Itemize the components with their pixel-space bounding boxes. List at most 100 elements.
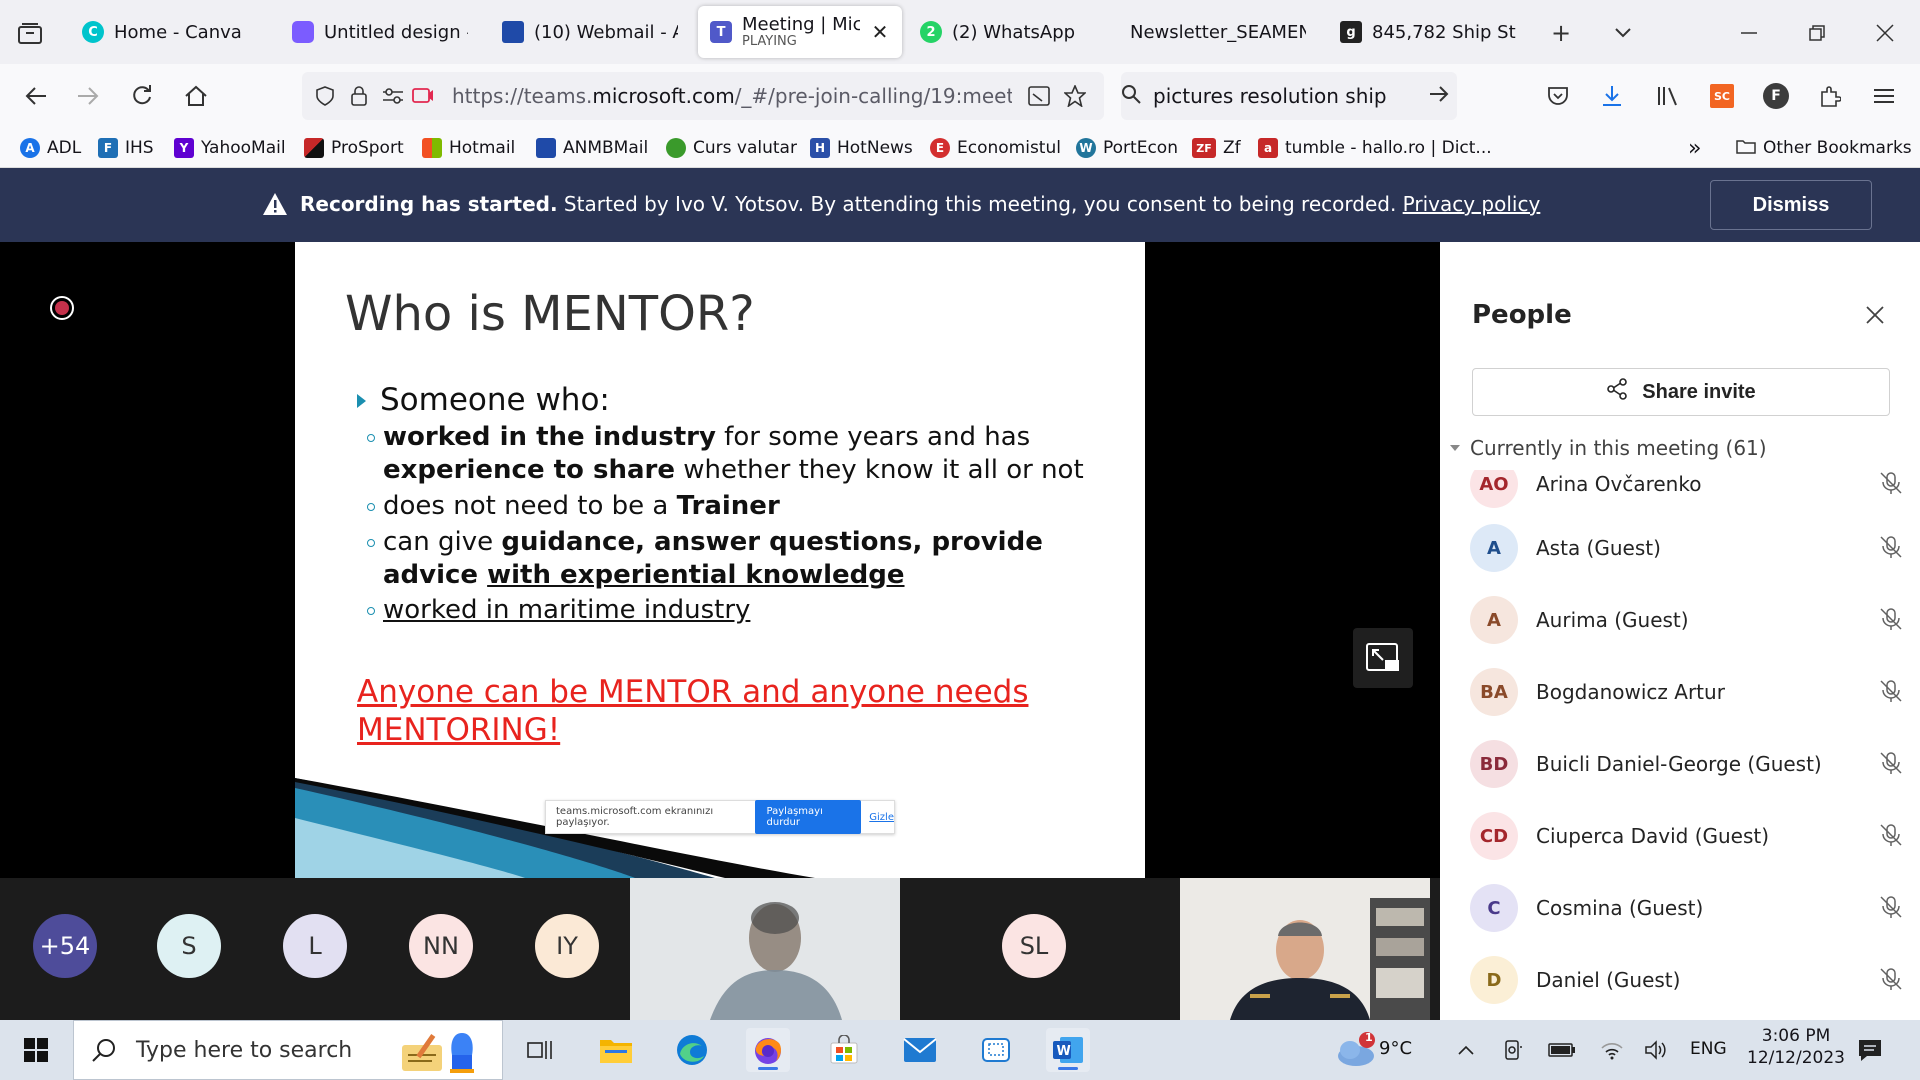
- tab-ship-stock[interactable]: g 845,782 Ship Stock: [1328, 6, 1528, 58]
- extensions-puzzle-icon[interactable]: [1812, 78, 1848, 114]
- bookmark-hotnews[interactable]: H HotNews: [810, 134, 913, 162]
- in-meeting-section-header[interactable]: Currently in this meeting (61): [1450, 436, 1767, 460]
- task-view-icon[interactable]: [518, 1028, 562, 1072]
- bookmark-curs-valutar[interactable]: Curs valutar: [666, 134, 797, 162]
- bookmark-tumble-dictionary[interactable]: a tumble - hallo.ro | Dict...: [1258, 134, 1492, 162]
- pocket-icon[interactable]: [1540, 78, 1576, 114]
- padlock-icon[interactable]: [344, 81, 374, 111]
- weather-temperature[interactable]: 9°C: [1379, 1038, 1412, 1059]
- participant-video-tile[interactable]: [1180, 878, 1430, 1020]
- bookmark-star-icon[interactable]: [1060, 81, 1090, 111]
- search-input[interactable]: pictures resolution ship: [1153, 84, 1387, 108]
- participant-avatar[interactable]: NN: [409, 914, 473, 978]
- list-item[interactable]: CD Ciuperca David (Guest): [1440, 800, 1920, 872]
- tab-canva[interactable]: C Home - Canva: [70, 6, 270, 58]
- overflow-participants-count[interactable]: +54: [33, 914, 97, 978]
- participant-avatar[interactable]: L: [283, 914, 347, 978]
- list-item[interactable]: A Aurima (Guest): [1440, 584, 1920, 656]
- list-item[interactable]: BA Bogdanowicz Artur: [1440, 656, 1920, 728]
- input-language[interactable]: ENG: [1690, 1039, 1727, 1059]
- list-item[interactable]: C Cosmina (Guest): [1440, 872, 1920, 944]
- downloads-icon[interactable]: [1594, 78, 1630, 114]
- mail-icon[interactable]: [898, 1028, 942, 1072]
- taskbar-search-box[interactable]: Type here to search: [73, 1020, 503, 1080]
- show-hidden-icons-chevron-icon[interactable]: [1444, 1028, 1488, 1072]
- bookmark-economistul[interactable]: E Economistul: [930, 134, 1061, 162]
- bookmark-zf[interactable]: ZF Zf: [1192, 134, 1241, 162]
- volume-icon[interactable]: [1634, 1028, 1678, 1072]
- tab-whatsapp[interactable]: 2 (2) WhatsApp: [908, 6, 1108, 58]
- mic-muted-icon: [1878, 750, 1906, 778]
- word-icon[interactable]: W: [1046, 1028, 1090, 1072]
- navigation-toolbar: https://teams.microsoft.com/_#/pre-join-…: [0, 64, 1920, 128]
- close-window-icon[interactable]: [1868, 16, 1902, 50]
- bookmark-portecon[interactable]: W PortEcon: [1076, 134, 1178, 162]
- meet-now-icon[interactable]: [1492, 1028, 1536, 1072]
- tab-close-icon[interactable]: ✕: [870, 20, 890, 44]
- windows-start-icon[interactable]: [14, 1028, 58, 1072]
- address-bar[interactable]: https://teams.microsoft.com/_#/pre-join-…: [302, 72, 1104, 120]
- tab-untitled-design[interactable]: Untitled design - F: [280, 6, 480, 58]
- participant-avatar[interactable]: S: [157, 914, 221, 978]
- stop-sharing-button[interactable]: Paylaşmayı durdur: [754, 800, 862, 834]
- list-item[interactable]: BD Buicli Daniel-George (Guest): [1440, 728, 1920, 800]
- close-panel-icon[interactable]: [1860, 300, 1890, 330]
- avatar: D: [1470, 956, 1518, 1004]
- pop-out-video-icon[interactable]: [1353, 628, 1413, 688]
- firefox-icon[interactable]: [746, 1028, 790, 1072]
- back-arrow-icon[interactable]: [18, 78, 54, 114]
- slide-lead-text: Someone who:: [380, 382, 610, 418]
- file-explorer-icon[interactable]: [594, 1028, 638, 1072]
- share-invite-button[interactable]: Share invite: [1472, 368, 1890, 416]
- hamburger-menu-icon[interactable]: [1866, 78, 1902, 114]
- participant-avatar[interactable]: IY: [535, 914, 599, 978]
- home-icon[interactable]: [178, 78, 214, 114]
- recording-message-text: Started by Ivo V. Yotsov. By attending t…: [557, 192, 1403, 216]
- tab-webmail[interactable]: (10) Webmail - AN: [490, 6, 690, 58]
- extension-sc-icon[interactable]: SC: [1704, 78, 1740, 114]
- weather-icon[interactable]: 1: [1326, 1028, 1386, 1072]
- edge-browser-icon[interactable]: [670, 1028, 714, 1072]
- battery-icon[interactable]: [1540, 1028, 1584, 1072]
- reload-icon[interactable]: [124, 78, 160, 114]
- list-item[interactable]: A Asta (Guest): [1440, 512, 1920, 584]
- bookmark-ihs[interactable]: F IHS: [98, 134, 154, 162]
- meeting-stage: Who is MENTOR? Someone who: worked in th…: [0, 242, 1440, 1020]
- snipping-tool-icon[interactable]: [974, 1028, 1018, 1072]
- account-avatar-icon[interactable]: F: [1758, 78, 1794, 114]
- hide-share-notice-link[interactable]: Gizle: [869, 812, 894, 823]
- notification-center-icon[interactable]: [1848, 1028, 1892, 1072]
- library-icon[interactable]: [1650, 78, 1686, 114]
- participant-video-tile[interactable]: [630, 878, 900, 1020]
- other-bookmarks-folder[interactable]: Other Bookmarks: [1736, 134, 1912, 162]
- forward-arrow-icon[interactable]: [70, 78, 106, 114]
- bookmark-yahoomail[interactable]: Y YahooMail: [174, 134, 286, 162]
- share-notice-text: teams.microsoft.com ekranınızı paylaşıyo…: [556, 806, 714, 828]
- tracking-shield-icon[interactable]: [310, 81, 340, 111]
- list-item[interactable]: D Daniel (Guest): [1440, 944, 1920, 1016]
- participant-avatar[interactable]: SL: [1002, 914, 1066, 978]
- reader-view-icon[interactable]: [1024, 81, 1054, 111]
- privacy-policy-link[interactable]: Privacy policy: [1403, 192, 1541, 216]
- wifi-icon[interactable]: [1590, 1028, 1634, 1072]
- bookmark-anmbmail[interactable]: ANMBMail: [536, 134, 648, 162]
- tab-newsletter[interactable]: Newsletter_SEAMENTO: [1118, 6, 1318, 58]
- new-tab-plus-icon[interactable]: +: [1544, 16, 1578, 50]
- list-tabs-chevron-icon[interactable]: [1606, 16, 1640, 50]
- tab-overview-icon[interactable]: [14, 18, 46, 50]
- screen-sharing-icon[interactable]: [408, 81, 438, 111]
- url-text[interactable]: https://teams.microsoft.com/_#/pre-join-…: [452, 84, 1012, 108]
- search-go-arrow-icon[interactable]: [1429, 85, 1449, 107]
- bookmark-prosport[interactable]: ProSport: [304, 134, 404, 162]
- bookmark-hotmail[interactable]: Hotmail: [422, 134, 515, 162]
- clock[interactable]: 3:06 PM 12/12/2023: [1742, 1026, 1850, 1068]
- microsoft-store-icon[interactable]: [822, 1028, 866, 1072]
- permissions-icon[interactable]: [378, 81, 408, 111]
- minimize-window-icon[interactable]: [1732, 16, 1766, 50]
- tab-teams-meeting[interactable]: T Meeting | Micro PLAYING ✕: [698, 6, 902, 58]
- more-bookmarks-chevron-icon[interactable]: »: [1688, 134, 1701, 162]
- restore-window-icon[interactable]: [1800, 16, 1834, 50]
- bookmark-adl[interactable]: A ADL: [20, 134, 81, 162]
- search-bar[interactable]: pictures resolution ship: [1121, 72, 1457, 120]
- dismiss-button[interactable]: Dismiss: [1710, 180, 1872, 230]
